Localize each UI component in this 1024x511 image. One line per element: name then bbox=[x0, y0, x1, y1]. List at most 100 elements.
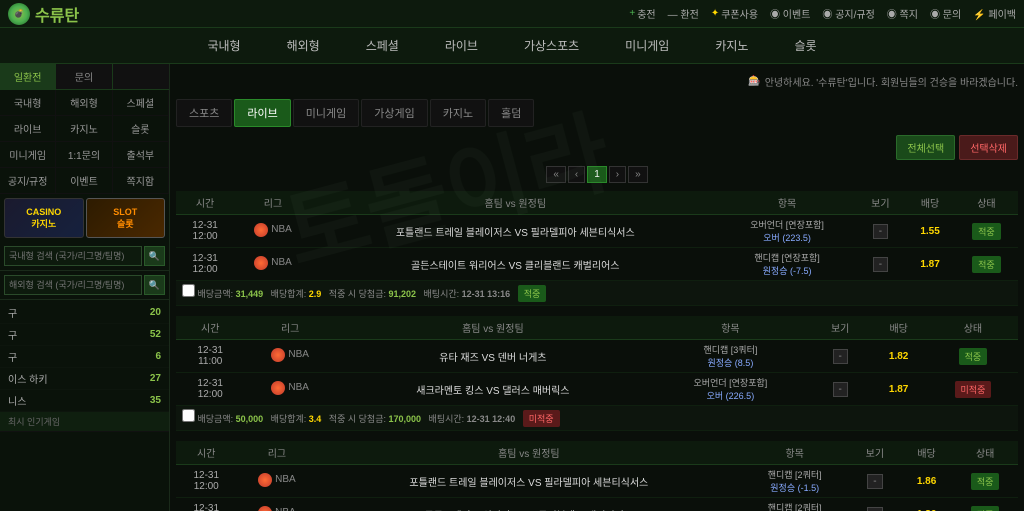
nav-coupon[interactable]: ✦ 쿠폰사용 bbox=[711, 6, 758, 21]
nav-mini-game[interactable]: 미니게임 bbox=[617, 33, 677, 58]
sidebar-item-live[interactable]: 라이브 bbox=[0, 116, 56, 141]
cell-odds: 1.86 bbox=[901, 465, 953, 498]
nav-live[interactable]: 라이브 bbox=[437, 33, 486, 58]
page-1-btn[interactable]: 1 bbox=[587, 166, 607, 183]
sidebar-item-casino[interactable]: 카지노 bbox=[56, 116, 112, 141]
nav-slot[interactable]: 슬롯 bbox=[786, 33, 824, 58]
cell-view[interactable]: - bbox=[856, 248, 906, 281]
cell-view[interactable]: - bbox=[856, 215, 906, 248]
page-last-btn[interactable]: » bbox=[628, 166, 648, 183]
col-time: 시간 bbox=[176, 441, 236, 465]
table-row: 12-3112:00 NBA 포틀랜드 트레일 블레이저스 VS 필라델피아 세… bbox=[176, 465, 1018, 498]
sidebar-item-domestic[interactable]: 국내형 bbox=[0, 90, 56, 115]
page-prev-btn[interactable]: ‹ bbox=[568, 166, 585, 183]
minus-btn[interactable]: - bbox=[873, 257, 888, 272]
cell-match: 포틀랜드 트레일 블레이저스 VS 필라델피아 세븐티식서스 bbox=[312, 215, 719, 248]
nav-casino[interactable]: 카지노 bbox=[707, 33, 756, 58]
cell-view[interactable]: - bbox=[811, 373, 869, 406]
cell-time: 12-3112:00 bbox=[176, 215, 234, 248]
search-domestic-input[interactable] bbox=[4, 246, 142, 266]
cell-league: NBA bbox=[244, 340, 335, 373]
search-overseas-btn[interactable]: 🔍 bbox=[144, 275, 165, 295]
league-item-1[interactable]: 구 20 bbox=[0, 302, 169, 324]
league-item-tennis[interactable]: 니스 35 bbox=[0, 390, 169, 412]
nav-overseas[interactable]: 해외형 bbox=[279, 33, 328, 58]
tab-casino[interactable]: 카지노 bbox=[430, 99, 486, 127]
cell-item: 핸디캡 [3쿼터]원정승 (8.5) bbox=[650, 340, 811, 373]
cell-match: 포틀랜드 트레일 블레이저스 VS 필라델피아 세븐티식서스 bbox=[317, 465, 740, 498]
cell-league: NBA bbox=[234, 248, 312, 281]
cell-time: 12-3112:00 bbox=[176, 373, 244, 406]
minus-btn[interactable]: - bbox=[833, 382, 848, 397]
nav-special[interactable]: 스페셜 bbox=[358, 33, 407, 58]
tab-virtual-game[interactable]: 가상게임 bbox=[361, 99, 427, 127]
league-item-3[interactable]: 구 6 bbox=[0, 346, 169, 368]
sidebar-tab-inquiry[interactable]: 문의 bbox=[56, 64, 112, 89]
bet-section-3: 시간 리그 홈팀 vs 원정팀 항목 보기 배당 상태 12-3112:00 N… bbox=[176, 441, 1018, 511]
cell-league: NBA bbox=[244, 373, 335, 406]
table-row: 12-3112:00 NBA 포틀랜드 트레일 블레이저스 VS 필라델피아 세… bbox=[176, 215, 1018, 248]
nav-domestic[interactable]: 국내형 bbox=[199, 33, 248, 58]
sidebar-tab-withdraw[interactable]: 일환전 bbox=[0, 64, 56, 89]
col-match: 홈팀 vs 원정팀 bbox=[336, 316, 650, 340]
delete-selected-button[interactable]: 선택삭제 bbox=[959, 135, 1018, 160]
cell-view[interactable]: - bbox=[849, 498, 901, 511]
casino-banner[interactable]: CASINO카지노 bbox=[4, 198, 84, 238]
sidebar-item-event[interactable]: 이벤트 bbox=[56, 168, 112, 193]
sidebar-item-slot[interactable]: 슬롯 bbox=[113, 116, 169, 141]
bet-table-3: 시간 리그 홈팀 vs 원정팀 항목 보기 배당 상태 12-3112:00 N… bbox=[176, 441, 1018, 511]
bet-section-1: 시간 리그 홈팀 vs 원정팀 항목 보기 배당 상태 12-3112:00 N… bbox=[176, 191, 1018, 306]
league-item-2[interactable]: 구 52 bbox=[0, 324, 169, 346]
col-item: 항목 bbox=[650, 316, 811, 340]
nav-message[interactable]: ◉ 쪽지 bbox=[887, 6, 918, 21]
sidebar-item-overseas[interactable]: 해외형 bbox=[56, 90, 112, 115]
sidebar-item-messages[interactable]: 쪽지함 bbox=[113, 168, 169, 193]
search-domestic-btn[interactable]: 🔍 bbox=[144, 246, 165, 266]
col-view: 보기 bbox=[849, 441, 901, 465]
nav-virtual-sports[interactable]: 가상스포츠 bbox=[516, 33, 587, 58]
nav-notice[interactable]: ◉ 공지/규정 bbox=[822, 6, 874, 21]
cell-status: 적중 bbox=[952, 498, 1018, 511]
league-item-icehockey[interactable]: 이스 하키 27 bbox=[0, 368, 169, 390]
cell-view[interactable]: - bbox=[849, 465, 901, 498]
nav-charge[interactable]: + 충전 bbox=[629, 6, 655, 21]
nav-withdraw[interactable]: — 환전 bbox=[668, 6, 699, 21]
tab-holdem[interactable]: 홀덤 bbox=[488, 99, 534, 127]
sidebar-item-special[interactable]: 스페셜 bbox=[113, 90, 169, 115]
col-league: 리그 bbox=[234, 191, 312, 215]
search-overseas-input[interactable] bbox=[4, 275, 142, 295]
col-time: 시간 bbox=[176, 191, 234, 215]
bet-checkbox[interactable] bbox=[182, 409, 195, 422]
bet-section-2: 시간 리그 홈팀 vs 원정팀 항목 보기 배당 상태 12-3111:00 N… bbox=[176, 316, 1018, 431]
sidebar-item-1on1[interactable]: 1:1문의 bbox=[56, 142, 112, 167]
minus-btn[interactable]: - bbox=[873, 224, 888, 239]
page-next-btn[interactable]: › bbox=[609, 166, 626, 183]
main-content: 🎰 안녕하세요. '수류탄'입니다. 회원님들의 건승을 바라겠습니다. 스포츠… bbox=[170, 64, 1024, 511]
nav-event[interactable]: ◉ 이벤트 bbox=[770, 6, 810, 21]
col-view: 보기 bbox=[811, 316, 869, 340]
bet-checkbox[interactable] bbox=[182, 284, 195, 297]
sidebar-item-attendance[interactable]: 출석부 bbox=[113, 142, 169, 167]
tab-sports[interactable]: 스포츠 bbox=[176, 99, 232, 127]
bet-info-cell: 배당금액: 50,000 배당합계: 3.4 적중 시 당첨금: 170,000… bbox=[176, 406, 1018, 431]
page-first-btn[interactable]: « bbox=[546, 166, 566, 183]
layout: 일환전 문의 국내형 해외형 스페셜 라이브 카지노 슬롯 미니게임 1:1문의… bbox=[0, 64, 1024, 511]
sidebar-item-mini[interactable]: 미니게임 bbox=[0, 142, 56, 167]
cell-odds: 1.87 bbox=[905, 248, 955, 281]
tab-mini-game[interactable]: 미니게임 bbox=[293, 99, 359, 127]
cell-status: 적중 bbox=[955, 248, 1018, 281]
minus-btn[interactable]: - bbox=[833, 349, 848, 364]
table-row: 12-3112:00 NBA 새크라멘토 킹스 VS 댈러스 매버릭스 오버언더… bbox=[176, 373, 1018, 406]
nav-inquiry[interactable]: ◉ 문의 bbox=[930, 6, 961, 21]
greeting-bar: 🎰 안녕하세요. '수류탄'입니다. 회원님들의 건승을 바라겠습니다. bbox=[176, 70, 1018, 93]
minus-btn[interactable]: - bbox=[867, 474, 882, 489]
nav-payback[interactable]: ⚡ 페이백 bbox=[973, 6, 1016, 21]
top-nav: 💣 수류탄 + 충전 — 환전 ✦ 쿠폰사용 ◉ 이벤트 ◉ 공지/규정 ◉ 쪽… bbox=[0, 0, 1024, 28]
sidebar-item-notice[interactable]: 공지/규정 bbox=[0, 168, 56, 193]
cell-view[interactable]: - bbox=[811, 340, 869, 373]
minus-btn[interactable]: - bbox=[867, 507, 882, 511]
main-nav: 국내형 해외형 스페셜 라이브 가상스포츠 미니게임 카지노 슬롯 bbox=[0, 28, 1024, 64]
tab-live[interactable]: 라이브 bbox=[234, 99, 290, 127]
select-all-button[interactable]: 전체선택 bbox=[896, 135, 955, 160]
slot-banner[interactable]: SLOT슬롯 bbox=[86, 198, 166, 238]
